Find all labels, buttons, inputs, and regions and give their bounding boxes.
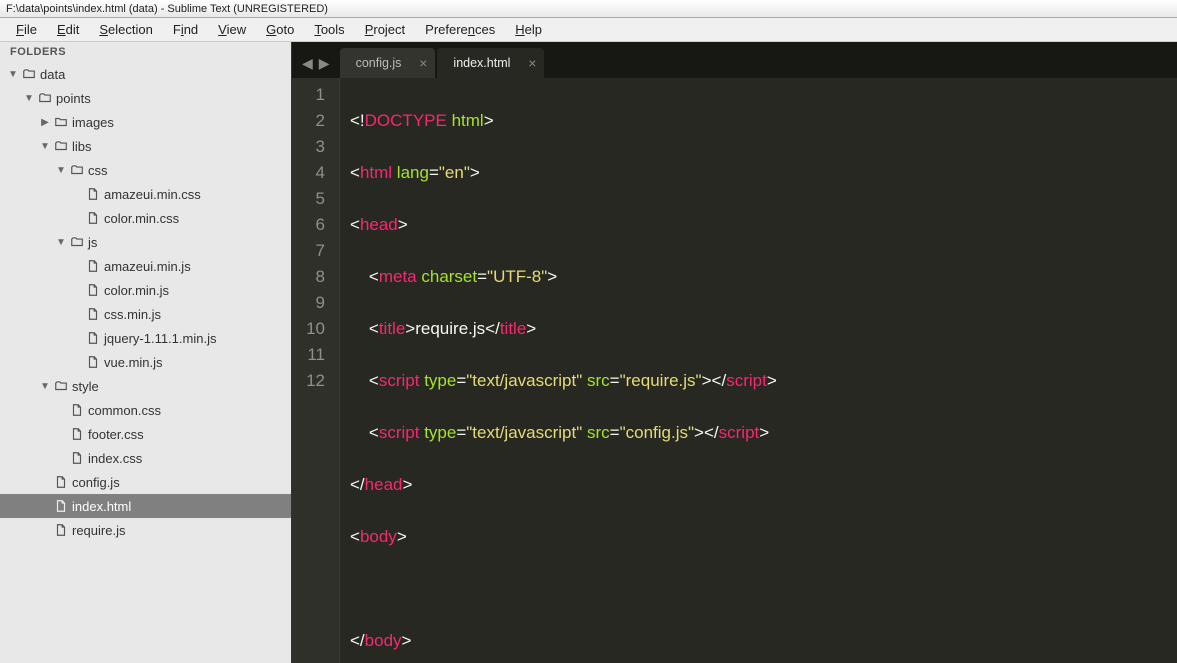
tree-file-index-html[interactable]: ▶index.html bbox=[0, 494, 291, 518]
tree-folder-libs[interactable]: ▼ libs bbox=[0, 134, 291, 158]
main-area: FOLDERS ▼ data ▼ points ▶ images ▼ libs bbox=[0, 42, 1177, 663]
tree-folder-data[interactable]: ▼ data bbox=[0, 62, 291, 86]
nav-forward-icon[interactable]: ▶ bbox=[319, 55, 330, 72]
file-icon bbox=[84, 283, 102, 297]
file-icon bbox=[84, 211, 102, 225]
folder-icon bbox=[52, 115, 70, 129]
close-icon[interactable]: × bbox=[528, 55, 536, 71]
chevron-down-icon[interactable]: ▼ bbox=[6, 69, 20, 80]
chevron-down-icon[interactable]: ▼ bbox=[38, 141, 52, 152]
file-icon bbox=[84, 187, 102, 201]
window-titlebar: F:\data\points\index.html (data) - Subli… bbox=[0, 0, 1177, 18]
menu-project[interactable]: Project bbox=[355, 20, 415, 39]
close-icon[interactable]: × bbox=[419, 55, 427, 71]
menu-view[interactable]: View bbox=[208, 20, 256, 39]
file-icon bbox=[68, 427, 86, 441]
menubar: File Edit Selection Find View Goto Tools… bbox=[0, 18, 1177, 42]
tree-folder-style[interactable]: ▼ style bbox=[0, 374, 291, 398]
folder-open-icon bbox=[52, 139, 70, 153]
file-icon bbox=[84, 259, 102, 273]
file-icon bbox=[52, 523, 70, 537]
tree-file-require[interactable]: ▶require.js bbox=[0, 518, 291, 542]
tree-file[interactable]: ▶color.min.js bbox=[0, 278, 291, 302]
file-icon bbox=[52, 499, 70, 513]
editor-pane: ◀ ▶ config.js × index.html × 123 456 789… bbox=[292, 42, 1177, 663]
menu-selection[interactable]: Selection bbox=[89, 20, 162, 39]
menu-preferences[interactable]: Preferences bbox=[415, 20, 505, 39]
sidebar: FOLDERS ▼ data ▼ points ▶ images ▼ libs bbox=[0, 42, 292, 663]
tab-index-html[interactable]: index.html × bbox=[437, 48, 544, 78]
tree-file[interactable]: ▶ color.min.css bbox=[0, 206, 291, 230]
tab-config-js[interactable]: config.js × bbox=[340, 48, 436, 78]
tree-file[interactable]: ▶amazeui.min.js bbox=[0, 254, 291, 278]
tree-file[interactable]: ▶vue.min.js bbox=[0, 350, 291, 374]
tree-file[interactable]: ▶common.css bbox=[0, 398, 291, 422]
tree-file[interactable]: ▶css.min.js bbox=[0, 302, 291, 326]
chevron-down-icon[interactable]: ▼ bbox=[22, 93, 36, 104]
folder-open-icon bbox=[68, 235, 86, 249]
chevron-down-icon[interactable]: ▼ bbox=[54, 165, 68, 176]
menu-help[interactable]: Help bbox=[505, 20, 552, 39]
folder-open-icon bbox=[20, 67, 38, 81]
menu-tools[interactable]: Tools bbox=[304, 20, 354, 39]
file-icon bbox=[68, 451, 86, 465]
sidebar-title: FOLDERS bbox=[0, 42, 291, 62]
window-title: F:\data\points\index.html (data) - Subli… bbox=[6, 3, 328, 15]
chevron-down-icon[interactable]: ▼ bbox=[38, 381, 52, 392]
file-icon bbox=[84, 355, 102, 369]
folder-open-icon bbox=[36, 91, 54, 105]
menu-find[interactable]: Find bbox=[163, 20, 208, 39]
tab-bar: ◀ ▶ config.js × index.html × bbox=[292, 42, 1177, 78]
chevron-right-icon[interactable]: ▶ bbox=[38, 117, 52, 128]
tree-file-config[interactable]: ▶config.js bbox=[0, 470, 291, 494]
chevron-down-icon[interactable]: ▼ bbox=[54, 237, 68, 248]
file-icon bbox=[52, 475, 70, 489]
menu-file[interactable]: File bbox=[6, 20, 47, 39]
tree-folder-css[interactable]: ▼ css bbox=[0, 158, 291, 182]
folder-tree: ▼ data ▼ points ▶ images ▼ libs ▼ bbox=[0, 62, 291, 663]
file-icon bbox=[68, 403, 86, 417]
tree-file[interactable]: ▶ amazeui.min.css bbox=[0, 182, 291, 206]
file-icon bbox=[84, 307, 102, 321]
code-editor[interactable]: 123 456 789 101112 <!DOCTYPE html> <html… bbox=[292, 78, 1177, 663]
tree-folder-points[interactable]: ▼ points bbox=[0, 86, 291, 110]
menu-edit[interactable]: Edit bbox=[47, 20, 89, 39]
file-icon bbox=[84, 331, 102, 345]
line-gutter: 123 456 789 101112 bbox=[292, 78, 340, 663]
tree-file[interactable]: ▶jquery-1.11.1.min.js bbox=[0, 326, 291, 350]
code-content[interactable]: <!DOCTYPE html> <html lang="en"> <head> … bbox=[340, 78, 777, 663]
folder-open-icon bbox=[52, 379, 70, 393]
menu-goto[interactable]: Goto bbox=[256, 20, 304, 39]
folder-open-icon bbox=[68, 163, 86, 177]
tree-folder-js[interactable]: ▼ js bbox=[0, 230, 291, 254]
menu-file-label: ile bbox=[24, 22, 37, 37]
tree-file[interactable]: ▶footer.css bbox=[0, 422, 291, 446]
tree-file[interactable]: ▶index.css bbox=[0, 446, 291, 470]
tab-label: index.html bbox=[453, 56, 510, 70]
nav-back-icon[interactable]: ◀ bbox=[302, 55, 313, 72]
tab-label: config.js bbox=[356, 56, 402, 70]
tree-folder-images[interactable]: ▶ images bbox=[0, 110, 291, 134]
